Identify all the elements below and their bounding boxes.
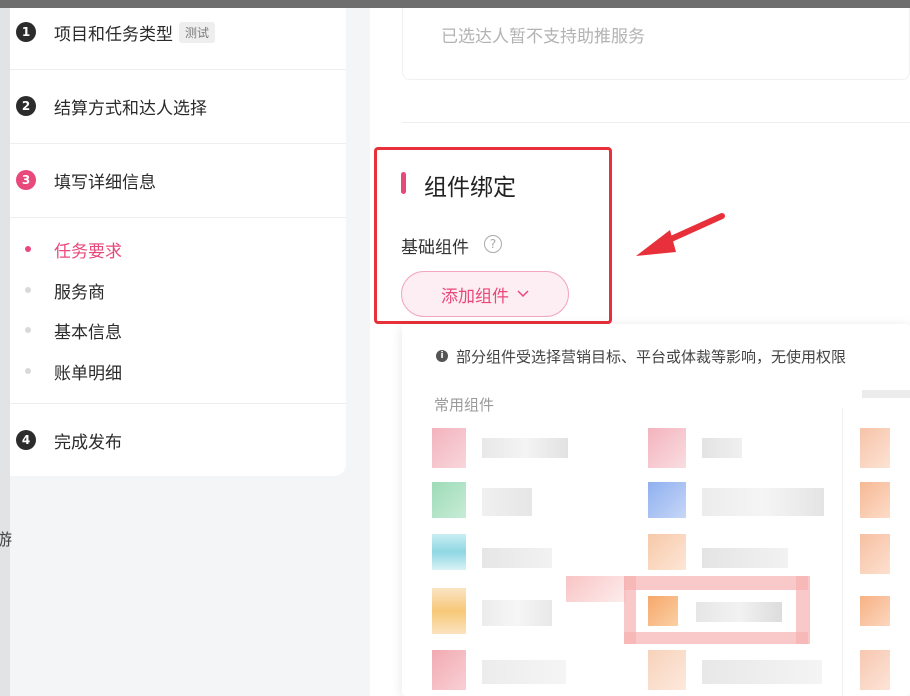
left-edge-strip: 游	[0, 8, 13, 696]
component-item[interactable]	[432, 650, 602, 690]
step-1[interactable]: 1 项目和任务类型 测试	[16, 21, 216, 45]
dropdown-info: 部分组件受选择营销目标、平台或体裁等影响，无使用权限	[456, 348, 847, 366]
step-number: 1	[16, 22, 36, 42]
component-item[interactable]	[648, 428, 818, 468]
step-3[interactable]: 3 填写详细信息	[16, 169, 156, 193]
step-number: 4	[16, 430, 36, 450]
step-label: 项目和任务类型	[54, 24, 173, 45]
dot	[25, 327, 31, 333]
subitem-label: 账单明细	[54, 363, 122, 384]
divider	[402, 122, 910, 123]
component-item[interactable]	[860, 534, 910, 574]
active-dot	[25, 246, 31, 252]
step-label: 完成发布	[54, 432, 122, 453]
step-4[interactable]: 4 完成发布	[16, 429, 122, 453]
divider	[10, 217, 346, 218]
blurred-annotation-mark	[566, 576, 816, 648]
component-item[interactable]	[432, 482, 602, 522]
component-item[interactable]	[648, 534, 828, 574]
component-item[interactable]	[860, 588, 910, 634]
component-item[interactable]	[860, 482, 910, 522]
step-label: 结算方式和达人选择	[54, 98, 207, 119]
step-number: 2	[16, 96, 36, 116]
subitem-label: 服务商	[54, 282, 105, 303]
divider	[10, 143, 346, 144]
component-item[interactable]	[432, 534, 602, 574]
notice-text: 已选达人暂不支持助推服务	[441, 27, 645, 47]
divider	[10, 403, 346, 404]
blurred-column-heading	[862, 390, 910, 398]
component-dropdown: i 部分组件受选择营销目标、平台或体裁等影响，无使用权限 常用组件	[402, 324, 910, 696]
step-label: 填写详细信息	[54, 172, 156, 193]
notice-box: 已选达人暂不支持助推服务	[402, 8, 910, 80]
dot	[25, 287, 31, 293]
component-item[interactable]	[860, 650, 910, 690]
step-2[interactable]: 2 结算方式和达人选择	[16, 95, 207, 119]
step-sidebar: 1 项目和任务类型 测试 2 结算方式和达人选择 3 填写详细信息 任务要求 服…	[10, 8, 346, 476]
info-icon: i	[436, 350, 448, 362]
divider	[10, 69, 346, 70]
component-item[interactable]	[860, 428, 910, 468]
component-item[interactable]	[648, 482, 828, 522]
test-tag: 测试	[179, 21, 216, 43]
subitem-label: 任务要求	[54, 241, 122, 262]
annotation-highlight-box	[374, 147, 612, 324]
subitem-label: 基本信息	[54, 322, 122, 343]
window-top-bar	[0, 0, 910, 8]
column-divider	[842, 408, 843, 696]
annotation-arrow-icon	[636, 213, 725, 256]
edge-text: 游	[0, 530, 13, 549]
dot	[25, 368, 31, 374]
step-number: 3	[16, 170, 36, 190]
common-components-heading: 常用组件	[434, 396, 495, 414]
component-item[interactable]	[648, 650, 828, 690]
component-item[interactable]	[432, 428, 602, 468]
